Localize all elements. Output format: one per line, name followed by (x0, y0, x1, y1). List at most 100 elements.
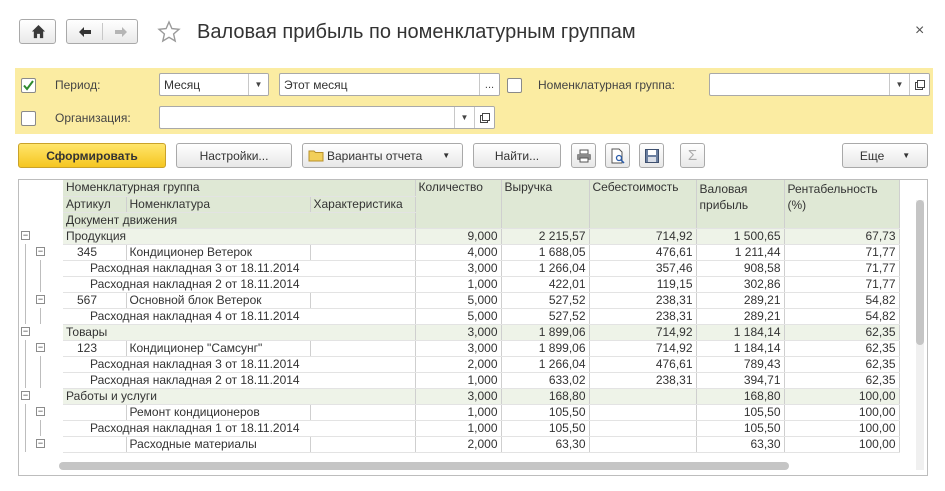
scroll-thumb[interactable] (916, 200, 924, 345)
document-cell: Расходная накладная 2 от 18.11.2014 (63, 276, 416, 293)
nomenclature-cell: Ремонт кондиционеров (126, 404, 311, 421)
dropdown-button[interactable]: ▼ (889, 74, 909, 95)
period-value-field[interactable]: Этот месяц ... (279, 73, 500, 96)
checkmark-icon (23, 80, 34, 91)
period-checkbox[interactable] (21, 78, 36, 93)
revenue-cell: 105,50 (501, 420, 590, 437)
item-row[interactable]: − Ремонт кондиционеров 1,000 105,50 105,50 10… (19, 404, 900, 421)
quantity-cell: 1,000 (415, 404, 502, 421)
quantity-cell: 3,000 (415, 324, 502, 341)
quantity-cell: 2,000 (415, 356, 502, 373)
document-row[interactable]: Расходная накладная 1 от 18.11.2014 1,000… (19, 420, 900, 437)
item-row[interactable]: − 123 Кондиционер "Самсунг" 3,000 1 899,06 71… (19, 340, 900, 357)
revenue-cell: 633,02 (501, 372, 590, 389)
print-preview-icon (611, 148, 625, 164)
cost-cell: 714,92 (589, 324, 697, 341)
cost-cell (589, 388, 697, 405)
header-nomgroup: Номенклатурная группа (63, 180, 416, 197)
item-row[interactable]: − 345 Кондиционер Ветерок 4,000 1 688,05 476,… (19, 244, 900, 261)
document-row[interactable]: Расходная накладная 4 от 18.11.2014 5,000… (19, 308, 900, 325)
back-button[interactable] (67, 20, 102, 43)
nomgroup-field[interactable]: ▼ (709, 73, 930, 96)
triangle-down-icon: ▼ (460, 113, 469, 122)
tree-cell: − (19, 436, 63, 452)
tree-line (40, 260, 41, 276)
group-row[interactable]: − Работы и услуги 3,000 168,80 168,80 100,00 (19, 388, 900, 405)
item-row[interactable]: − Расходные материалы 2,000 63,30 63,30 100,0… (19, 436, 900, 453)
period-type-value: Месяц (164, 78, 201, 92)
profitability-cell: 71,77 (784, 260, 900, 277)
vertical-scrollbar[interactable] (916, 200, 924, 470)
choose-period-button[interactable]: ... (479, 74, 499, 95)
favorite-star-icon[interactable] (157, 20, 181, 44)
tree-line (25, 372, 26, 388)
group-row[interactable]: − Товары 3,000 1 899,06 714,92 1 184,14 62,35 (19, 324, 900, 341)
profitability-cell: 71,77 (784, 244, 900, 261)
revenue-cell: 422,01 (501, 276, 590, 293)
collapse-toggle-icon[interactable]: − (36, 407, 45, 416)
quantity-cell: 1,000 (415, 276, 502, 293)
close-icon[interactable]: × (915, 22, 924, 40)
cost-cell (589, 436, 697, 453)
header-document: Документ движения (63, 212, 416, 229)
collapse-toggle-icon[interactable]: − (36, 439, 45, 448)
org-label: Организация: (55, 111, 131, 125)
item-row[interactable]: − 567 Основной блок Ветерок 5,000 527,52 238,… (19, 292, 900, 309)
nomgroup-checkbox[interactable] (507, 78, 522, 93)
dropdown-button[interactable]: ▼ (454, 107, 474, 128)
forward-button[interactable] (103, 20, 138, 43)
group-name-cell: Товары (63, 324, 416, 341)
settings-button[interactable]: Настройки... (176, 143, 292, 168)
scroll-thumb[interactable] (59, 462, 789, 470)
tree-cell (19, 372, 63, 388)
horizontal-scrollbar[interactable] (39, 462, 917, 470)
document-row[interactable]: Расходная накладная 2 от 18.11.2014 1,000… (19, 276, 900, 293)
document-cell: Расходная накладная 1 от 18.11.2014 (63, 420, 416, 437)
document-cell: Расходная накладная 2 от 18.11.2014 (63, 372, 416, 389)
dropdown-button[interactable]: ▼ (248, 74, 268, 95)
cost-cell: 714,92 (589, 340, 697, 357)
save-button[interactable] (639, 143, 664, 168)
header-quantity: Количество (415, 180, 502, 229)
collapse-toggle-icon[interactable]: − (36, 343, 45, 352)
article-cell: 567 (63, 292, 127, 309)
more-label: Еще (859, 148, 885, 163)
collapse-toggle-icon[interactable]: − (21, 327, 30, 336)
gross-profit-cell: 289,21 (696, 308, 785, 325)
document-row[interactable]: Расходная накладная 3 от 18.11.2014 2,000… (19, 356, 900, 373)
tree-cell: − (19, 292, 63, 308)
preview-button[interactable] (605, 143, 630, 168)
sum-button[interactable]: Σ (680, 143, 705, 168)
characteristic-cell (310, 244, 416, 261)
header-profitability: Рентабельность (%) (784, 180, 900, 229)
collapse-toggle-icon[interactable]: − (21, 391, 30, 400)
quantity-cell: 3,000 (415, 260, 502, 277)
org-checkbox[interactable] (21, 111, 36, 126)
cost-cell: 119,15 (589, 276, 697, 293)
more-button[interactable]: Еще ▼ (842, 143, 928, 168)
collapse-toggle-icon[interactable]: − (21, 231, 30, 240)
tree-cell (19, 420, 63, 436)
open-button[interactable] (909, 74, 929, 95)
open-button[interactable] (474, 107, 494, 128)
tree-cell: − (19, 244, 63, 260)
find-button[interactable]: Найти... (473, 143, 561, 168)
revenue-cell: 105,50 (501, 404, 590, 421)
document-row[interactable]: Расходная накладная 3 от 18.11.2014 3,000… (19, 260, 900, 277)
quantity-cell: 2,000 (415, 436, 502, 453)
period-type-select[interactable]: Месяц ▼ (159, 73, 269, 96)
report-table: Номенклатурная группа Количество Выручка… (18, 179, 928, 476)
report-variants-button[interactable]: Варианты отчета ▼ (302, 143, 463, 168)
home-button[interactable] (19, 19, 56, 44)
generate-button[interactable]: Сформировать (18, 143, 166, 168)
document-row[interactable]: Расходная накладная 2 от 18.11.2014 1,000… (19, 372, 900, 389)
org-field[interactable]: ▼ (159, 106, 495, 129)
collapse-toggle-icon[interactable]: − (36, 247, 45, 256)
print-button[interactable] (571, 143, 596, 168)
article-cell: 123 (63, 340, 127, 357)
collapse-toggle-icon[interactable]: − (36, 295, 45, 304)
group-row[interactable]: − Продукция 9,000 2 215,57 714,92 1 500,65 67,… (19, 228, 900, 245)
tree-cell (19, 260, 63, 276)
floppy-disk-icon (644, 148, 659, 163)
header-revenue: Выручка (501, 180, 590, 229)
